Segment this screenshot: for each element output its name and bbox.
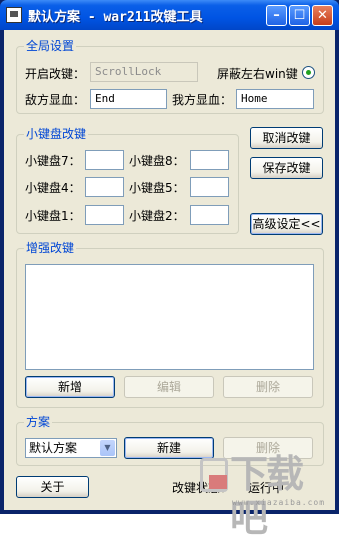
scheme-select-value: 默认方案	[29, 441, 78, 455]
maximize-button[interactable]: ☐	[289, 5, 310, 26]
title-bar[interactable]: 默认方案 - war211改键工具 – ☐ ✕	[0, 0, 339, 30]
hotkey-field[interactable]: ScrollLock	[90, 62, 198, 82]
app-icon	[6, 7, 22, 23]
hotkey-label: 开启改键：	[25, 67, 86, 81]
watermark-url: www.xiazaiba.com	[232, 498, 326, 507]
numpad8-field[interactable]	[190, 150, 229, 170]
block-win-radio[interactable]	[302, 66, 315, 79]
cancel-remap-button[interactable]: 取消改键	[250, 127, 323, 149]
watermark-text: 下载吧	[230, 452, 304, 540]
enemy-hp-label: 敌方显血：	[25, 93, 86, 107]
global-settings-title: 全局设置	[24, 38, 77, 54]
self-hp-label: 我方显血：	[172, 93, 233, 107]
window-title: 默认方案 - war211改键工具	[28, 10, 203, 25]
enhanced-list[interactable]	[25, 264, 314, 370]
save-remap-button[interactable]: 保存改键	[250, 157, 323, 179]
numpad5-field[interactable]	[190, 177, 229, 197]
numpad1-label: 小键盘1：	[25, 209, 81, 223]
block-win-label: 屏蔽左右win键	[217, 67, 298, 81]
numpad-group-title: 小键盘改键	[24, 126, 89, 142]
scheme-select[interactable]: 默认方案 ▼	[25, 438, 117, 458]
numpad7-field[interactable]	[85, 150, 124, 170]
numpad4-label: 小键盘4：	[25, 181, 81, 195]
numpad2-field[interactable]	[190, 205, 229, 225]
advanced-settings-button[interactable]: 高级设定<<	[250, 213, 323, 235]
numpad7-label: 小键盘7：	[25, 154, 81, 168]
minimize-button[interactable]: –	[266, 5, 287, 26]
numpad4-field[interactable]	[85, 177, 124, 197]
numpad2-label: 小键盘2：	[129, 209, 185, 223]
enhanced-group-title: 增强改键	[24, 240, 77, 256]
about-button[interactable]: 关于	[16, 476, 89, 498]
edit-button[interactable]: 编辑	[124, 376, 214, 398]
watermark: 下载吧 www.xiazaiba.com	[196, 452, 332, 540]
add-button[interactable]: 新增	[25, 376, 115, 398]
close-button[interactable]: ✕	[312, 5, 333, 26]
scheme-group-title: 方案	[24, 414, 53, 430]
watermark-logo	[200, 458, 228, 492]
enemy-hp-field[interactable]: End	[90, 89, 167, 109]
app-window: 默认方案 - war211改键工具 – ☐ ✕ 全局设置 开启改键： Scrol…	[0, 0, 339, 540]
chevron-down-icon[interactable]: ▼	[100, 440, 115, 456]
numpad5-label: 小键盘5：	[129, 181, 185, 195]
delete-rule-button[interactable]: 删除	[223, 376, 313, 398]
numpad8-label: 小键盘8：	[129, 154, 185, 168]
client-area: 全局设置 开启改键： ScrollLock 屏蔽左右win键 敌方显血： End…	[4, 30, 335, 510]
numpad1-field[interactable]	[85, 205, 124, 225]
self-hp-field[interactable]: Home	[236, 89, 314, 109]
